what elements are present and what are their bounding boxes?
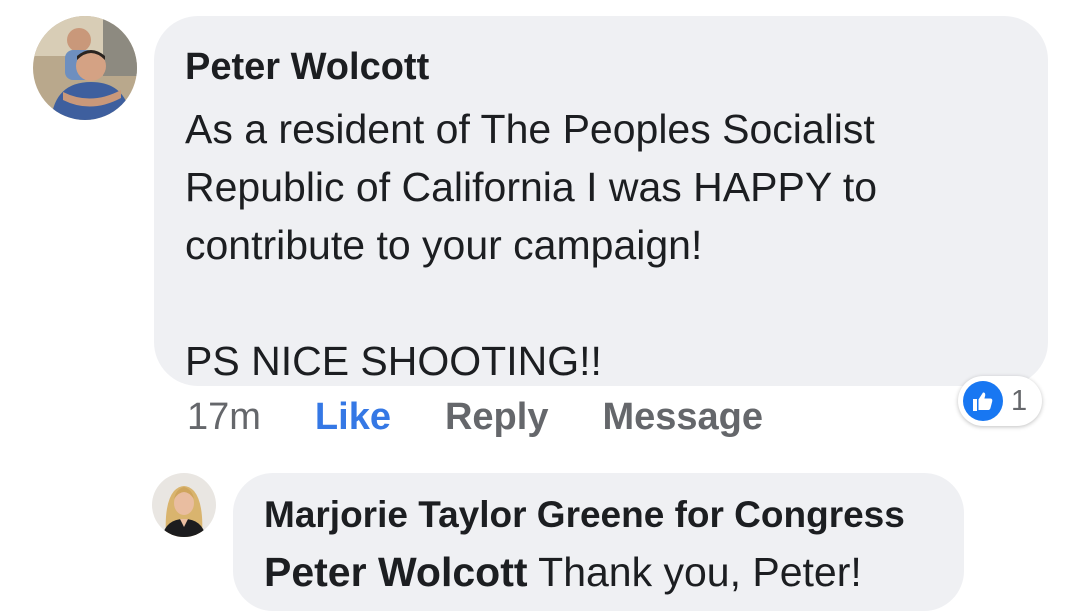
comment-line: PS NICE SHOOTING!! (185, 338, 602, 384)
reaction-summary[interactable]: 1 (958, 376, 1042, 426)
comment-blank-line (185, 274, 1018, 332)
comment-body: As a resident of The Peoples Socialist R… (185, 100, 1018, 390)
thumbs-up-icon (963, 381, 1003, 421)
comment-author[interactable]: Peter Wolcott (185, 44, 1018, 90)
reaction-count: 1 (1011, 384, 1028, 417)
reply-author[interactable]: Marjorie Taylor Greene for Congress (264, 493, 944, 537)
avatar-photo (152, 473, 216, 537)
like-button[interactable]: Like (315, 396, 391, 439)
message-button[interactable]: Message (602, 396, 763, 439)
comment-line: Republic of California I was HAPPY to (185, 164, 878, 210)
commenter-avatar[interactable] (33, 16, 137, 120)
comment-line: As a resident of The Peoples Socialist (185, 106, 875, 152)
reply-mention[interactable]: Peter Wolcott (264, 549, 528, 595)
reply-avatar[interactable] (152, 473, 216, 537)
avatar-photo (33, 16, 137, 120)
reply-text: Thank you, Peter! (538, 549, 862, 595)
reply-button[interactable]: Reply (445, 396, 548, 439)
comment-bubble: Peter Wolcott As a resident of The Peopl… (154, 16, 1048, 386)
reply-body: Peter Wolcott Thank you, Peter! (264, 547, 944, 597)
comment-line: contribute to your campaign! (185, 222, 703, 268)
comment-actions: 17m Like Reply Message (187, 392, 763, 442)
comment-thread: Peter Wolcott As a resident of The Peopl… (0, 0, 1080, 615)
reply-bubble: Marjorie Taylor Greene for Congress Pete… (233, 473, 964, 611)
comment-timestamp[interactable]: 17m (187, 396, 261, 439)
